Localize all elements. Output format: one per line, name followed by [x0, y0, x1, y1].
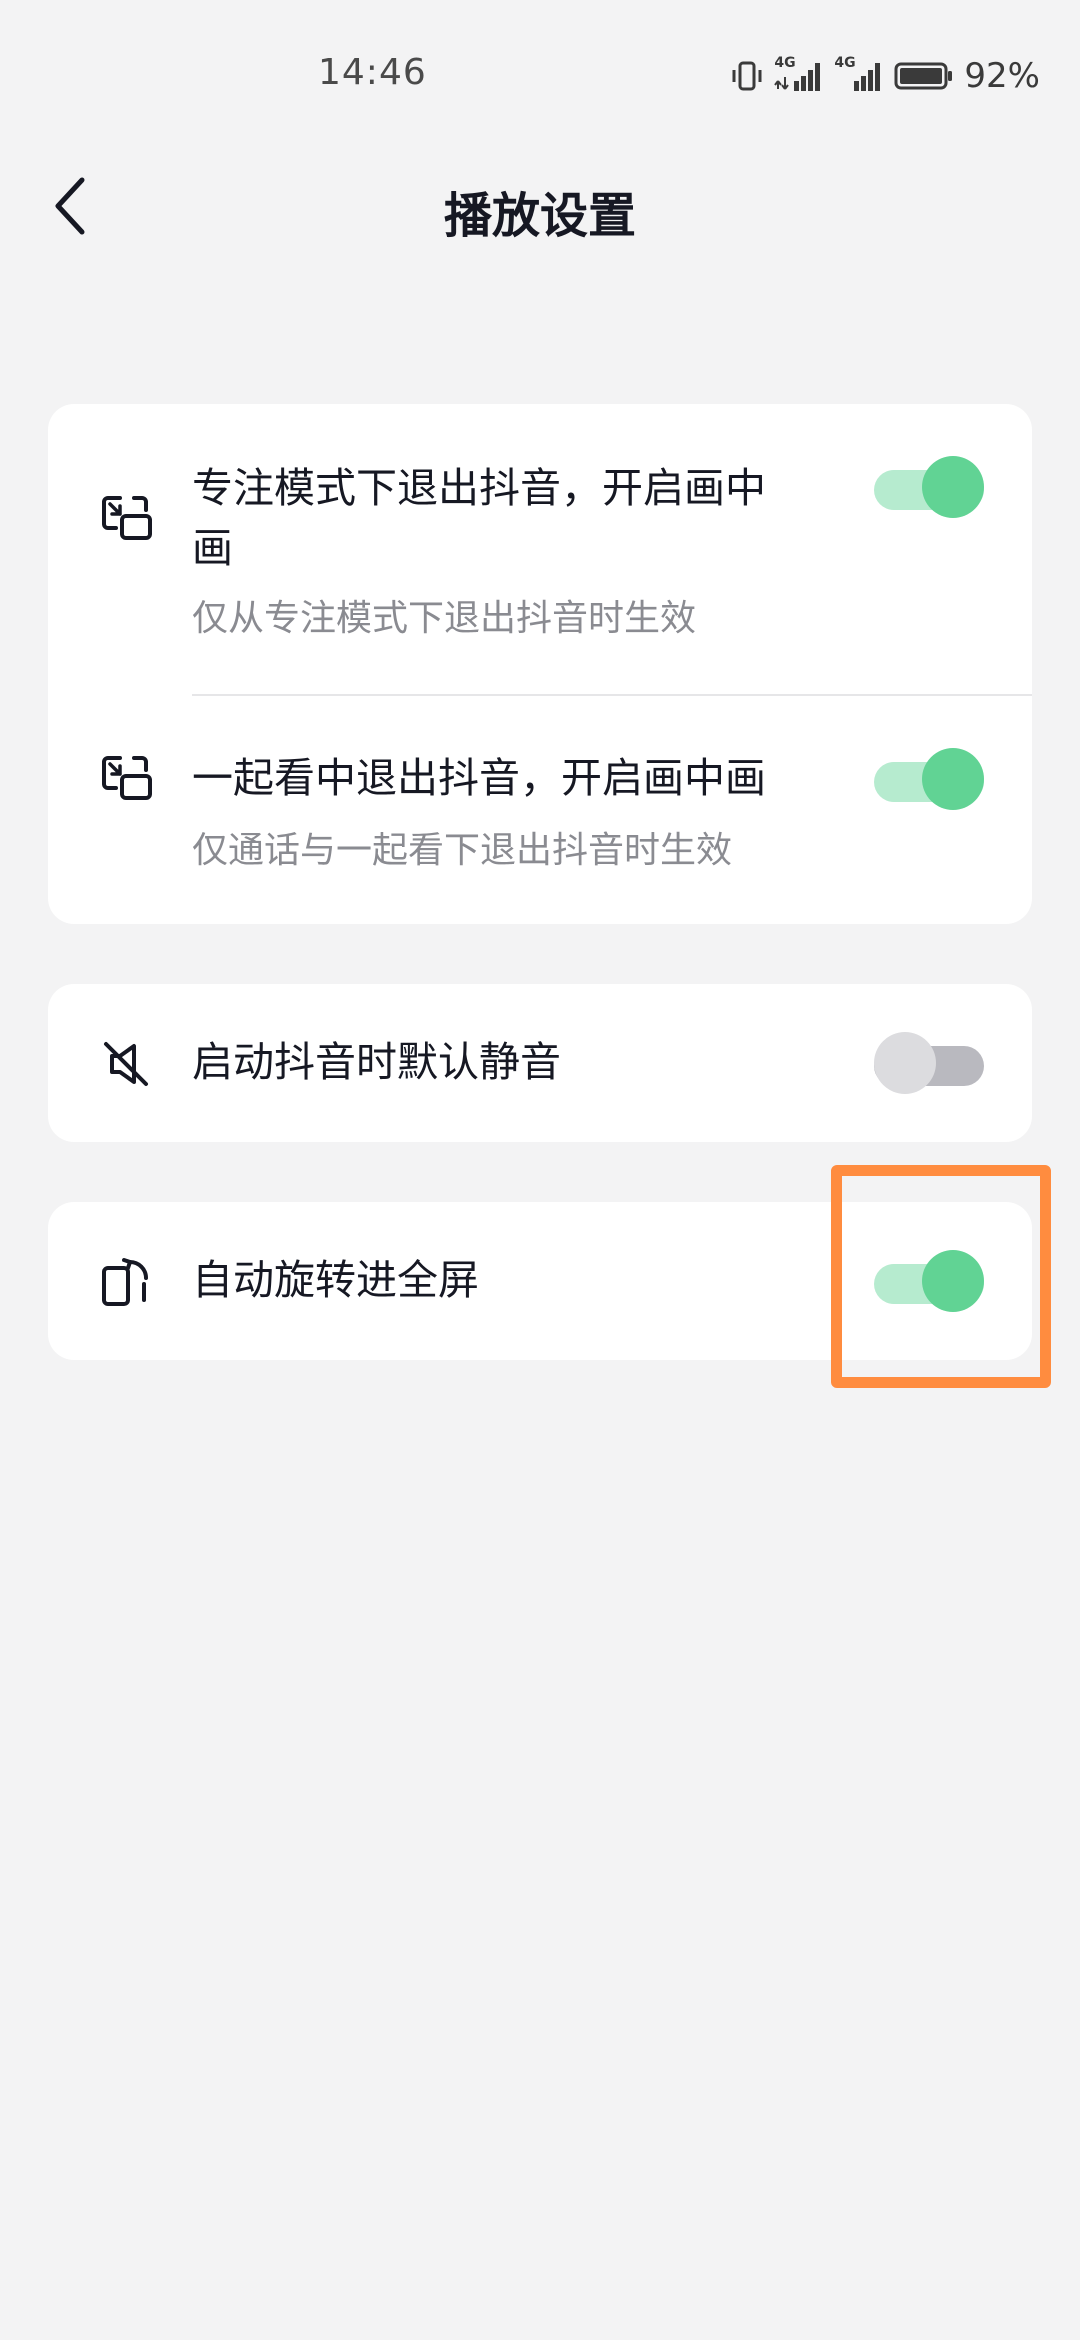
- setting-title-line: 专注模式下退出抖音，开启画中: [192, 464, 766, 512]
- status-indicators: 4G 4G 92%: [730, 55, 1040, 96]
- setting-title: 启动抖音时默认静音: [192, 1038, 561, 1086]
- battery-icon: [894, 59, 954, 93]
- signal-4g-icon: 4G: [774, 55, 824, 93]
- highlight-box: [831, 1165, 1051, 1388]
- network-type-label: 4G: [834, 55, 856, 71]
- toggle-knob: [874, 1032, 936, 1094]
- picture-in-picture-icon: [98, 490, 154, 546]
- signal-4g-icon: 4G: [834, 55, 884, 93]
- setting-subtitle: 仅从专注模式下退出抖音时生效: [192, 598, 697, 639]
- divider: [192, 694, 1032, 696]
- setting-title: 自动旋转进全屏: [192, 1256, 479, 1304]
- toggle-knob: [922, 748, 984, 810]
- setting-title-line: 画: [192, 524, 233, 572]
- rotate-screen-icon: [98, 1254, 154, 1310]
- setting-title: 专注模式下退出抖音，开启画中 画: [192, 458, 766, 578]
- status-time: 14:46: [318, 52, 427, 93]
- vibrate-icon: [730, 59, 764, 93]
- mute-speaker-icon: [98, 1036, 154, 1092]
- setting-title: 一起看中退出抖音，开启画中画: [192, 754, 766, 802]
- pip-focus-toggle[interactable]: [874, 454, 984, 518]
- status-bar: 14:46 4G 4G 92%: [0, 0, 1080, 150]
- page-title: 播放设置: [443, 188, 636, 244]
- mute-settings-card: 启动抖音时默认静音: [48, 984, 1032, 1142]
- default-mute-toggle[interactable]: [874, 1030, 984, 1094]
- setting-subtitle: 仅通话与一起看下退出抖音时生效: [192, 830, 733, 871]
- pip-watch-together-toggle[interactable]: [874, 746, 984, 810]
- network-type-label: 4G: [774, 55, 796, 71]
- header: 播放设置: [0, 150, 1080, 270]
- picture-in-picture-icon: [98, 750, 154, 806]
- battery-percent: 92%: [964, 56, 1040, 96]
- pip-settings-card: 专注模式下退出抖音，开启画中 画 仅从专注模式下退出抖音时生效 一起看中退出抖音…: [48, 404, 1032, 924]
- toggle-knob: [922, 456, 984, 518]
